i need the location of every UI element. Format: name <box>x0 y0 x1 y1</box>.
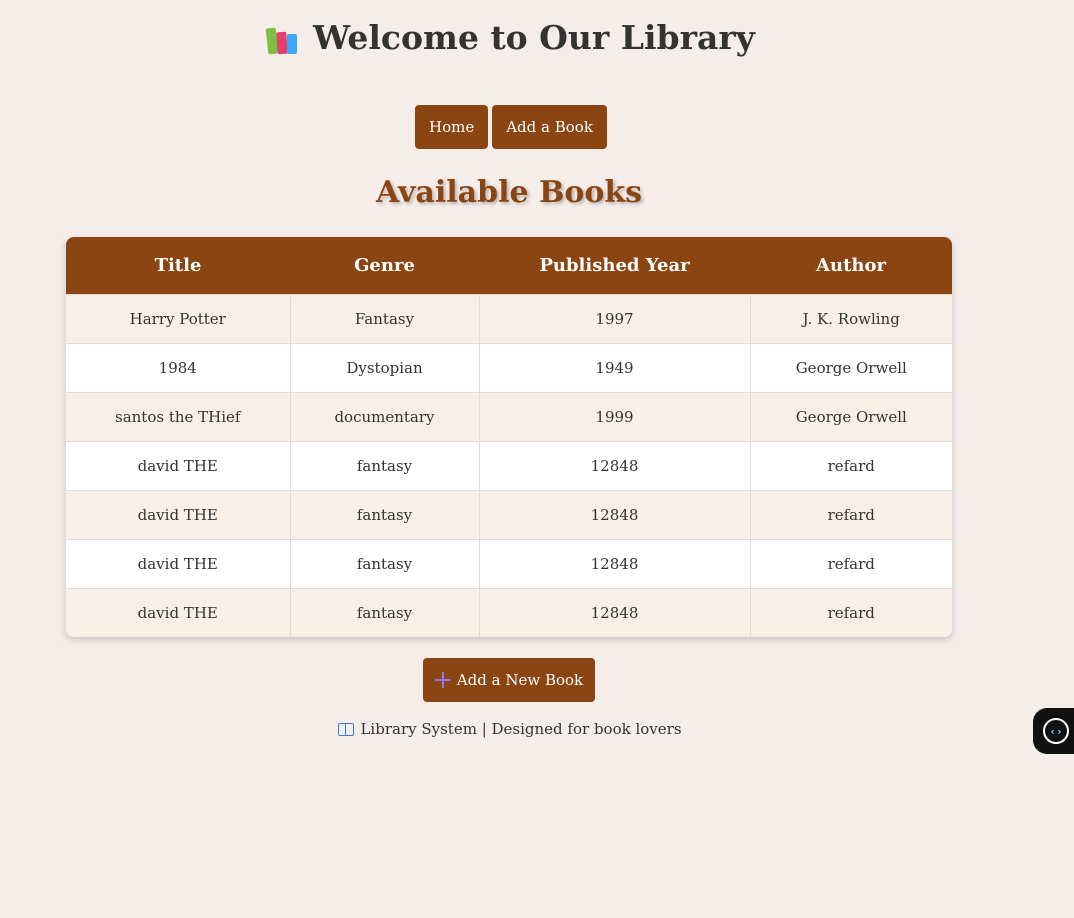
books-icon <box>265 22 301 54</box>
cell-title: david THE <box>66 588 291 637</box>
cell-author: refard <box>750 588 952 637</box>
cell-year: 12848 <box>479 490 751 540</box>
cell-genre: Fantasy <box>290 294 480 344</box>
column-header-genre: Genre <box>290 237 479 295</box>
cell-author: J. K. Rowling <box>750 294 952 344</box>
cell-year: 1949 <box>479 343 751 393</box>
cell-author: refard <box>750 441 952 491</box>
column-header-author: Author <box>750 237 952 295</box>
cell-author: George Orwell <box>750 392 952 442</box>
cell-title: david THE <box>66 490 291 540</box>
search-code-icon[interactable]: ‹› <box>1043 718 1069 744</box>
column-header-title: Title <box>66 237 290 295</box>
table-row: david THE fantasy 12848 refard <box>66 539 952 589</box>
cell-author: George Orwell <box>750 343 952 393</box>
home-button[interactable]: Home <box>415 105 489 149</box>
cell-genre: Dystopian <box>290 343 480 393</box>
table-row: 1984 Dystopian 1949 George Orwell <box>66 343 952 393</box>
table-row: david THE fantasy 12848 refard <box>66 490 952 540</box>
cell-title: 1984 <box>66 343 291 393</box>
table-row: santos the THief documentary 1999 George… <box>66 392 952 442</box>
footer-text: Library System | Designed for book lover… <box>360 720 682 738</box>
plus-icon <box>434 672 451 688</box>
footer: Library System | Designed for book lover… <box>0 720 1020 738</box>
cell-genre: fantasy <box>290 539 480 589</box>
cell-genre: fantasy <box>290 490 480 540</box>
cell-author: refard <box>750 490 952 540</box>
cell-title: david THE <box>66 441 291 491</box>
page-header: Welcome to Our Library <box>0 18 1020 58</box>
table-row: david THE fantasy 12848 refard <box>66 441 952 491</box>
table-header-row: Title Genre Published Year Author <box>66 237 952 295</box>
cell-title: david THE <box>66 539 291 589</box>
cell-author: refard <box>750 539 952 589</box>
add-book-button[interactable]: Add a Book <box>492 105 607 149</box>
cell-title: santos the THief <box>66 392 291 442</box>
page-title-wrap: Welcome to Our Library <box>265 18 755 57</box>
devtools-widget[interactable]: ‹› <box>1033 708 1074 754</box>
cell-genre: fantasy <box>290 441 480 491</box>
books-table: Title Genre Published Year Author Harry … <box>66 237 952 637</box>
cell-genre: documentary <box>290 392 480 442</box>
books-table-container: Title Genre Published Year Author Harry … <box>66 237 952 637</box>
cell-title: Harry Potter <box>66 294 291 344</box>
table-row: david THE fantasy 12848 refard <box>66 588 952 637</box>
open-book-icon <box>338 723 355 736</box>
table-row: Harry Potter Fantasy 1997 J. K. Rowling <box>66 294 952 344</box>
add-new-book-label: Add a New Book <box>456 671 584 689</box>
column-header-published-year: Published Year <box>479 237 750 295</box>
cell-year: 12848 <box>479 441 751 491</box>
cell-genre: fantasy <box>290 588 480 637</box>
page-title: Welcome to Our Library <box>313 18 755 57</box>
section-title: Available Books <box>375 175 643 210</box>
cell-year: 1999 <box>479 392 751 442</box>
cell-year: 12848 <box>479 588 751 637</box>
add-new-book-button[interactable]: Add a New Book <box>423 658 595 702</box>
main-nav: Home Add a Book <box>415 105 607 149</box>
cell-year: 12848 <box>479 539 751 589</box>
cell-year: 1997 <box>479 294 751 344</box>
